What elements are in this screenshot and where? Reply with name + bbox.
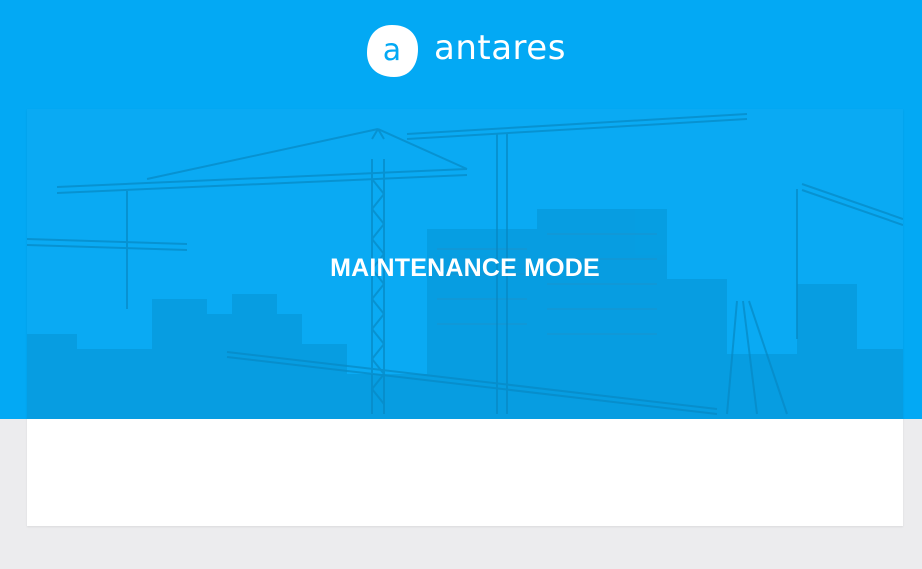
logo-mark-letter: a: [383, 33, 401, 68]
maintenance-card: MAINTENANCE MODE: [27, 109, 903, 526]
page-header: a antares: [0, 0, 922, 100]
maintenance-title: MAINTENANCE MODE: [330, 253, 600, 282]
antares-logo[interactable]: a antares: [364, 21, 566, 79]
logo-wordmark: antares: [434, 28, 566, 68]
maintenance-hero: MAINTENANCE MODE: [27, 109, 903, 419]
maintenance-card-body: [27, 419, 903, 526]
antares-logo-icon: a: [367, 25, 418, 77]
